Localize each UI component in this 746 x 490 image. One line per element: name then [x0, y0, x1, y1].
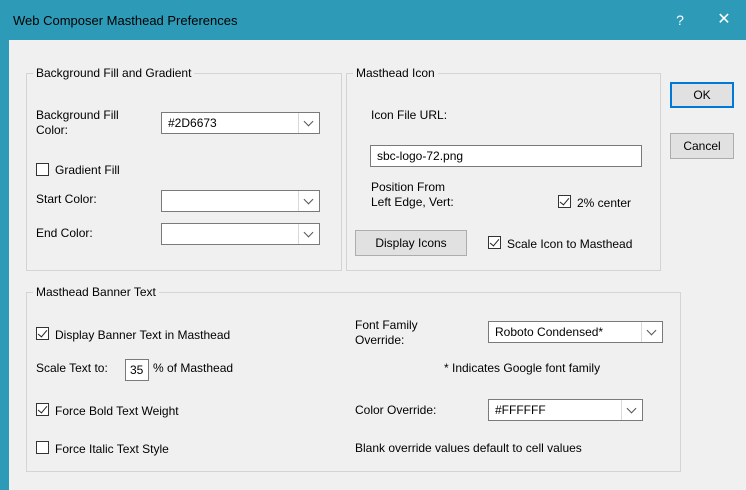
- start-color-select[interactable]: [161, 190, 320, 212]
- chevron-down-icon[interactable]: [298, 113, 319, 133]
- display-banner-label: Display Banner Text in Masthead: [55, 328, 231, 342]
- chevron-down-icon[interactable]: [298, 191, 319, 211]
- gradient-fill-label: Gradient Fill: [55, 163, 120, 177]
- font-family-label: Font Family: [355, 318, 418, 332]
- force-italic-checkbox[interactable]: [36, 441, 49, 454]
- window-frame-left: [0, 40, 9, 490]
- font-family-label-line2: Override:: [355, 333, 405, 347]
- help-button[interactable]: ?: [668, 9, 692, 31]
- position-label-line2: Left Edge, Vert:: [371, 195, 454, 209]
- window-title: Web Composer Masthead Preferences: [13, 13, 238, 28]
- scale-icon-label: Scale Icon to Masthead: [507, 237, 633, 251]
- center-label: 2% center: [577, 196, 632, 210]
- ok-button[interactable]: OK: [670, 82, 734, 108]
- position-label: Position From: [371, 180, 446, 194]
- font-family-select[interactable]: Roboto Condensed*: [488, 321, 663, 343]
- background-fill-color-select[interactable]: #2D6673: [161, 112, 320, 134]
- scale-text-input[interactable]: 35: [125, 359, 149, 381]
- force-bold-label: Force Bold Text Weight: [55, 404, 179, 418]
- background-fill-color-label-line2: Color:: [36, 123, 69, 137]
- cancel-button[interactable]: Cancel: [670, 133, 734, 159]
- scale-icon-checkbox[interactable]: [488, 236, 501, 249]
- gradient-fill-checkbox[interactable]: [36, 163, 49, 176]
- scale-text-suffix: % of Masthead: [153, 361, 234, 375]
- chevron-down-icon[interactable]: [298, 224, 319, 244]
- chevron-down-icon[interactable]: [621, 400, 642, 420]
- masthead-icon-legend: Masthead Icon: [353, 66, 438, 80]
- start-color-label: Start Color:: [36, 192, 97, 206]
- end-color-label: End Color:: [36, 226, 93, 240]
- icon-file-url-label: Icon File URL:: [371, 108, 448, 122]
- close-button[interactable]: ✕: [710, 9, 738, 31]
- font-family-value: Roboto Condensed*: [495, 325, 604, 339]
- scale-text-value: 35: [130, 363, 144, 377]
- force-bold-checkbox[interactable]: [36, 403, 49, 416]
- google-font-note: * Indicates Google font family: [444, 361, 601, 375]
- force-italic-label: Force Italic Text Style: [55, 442, 169, 456]
- scale-text-label: Scale Text to:: [36, 361, 108, 375]
- display-banner-checkbox[interactable]: [36, 327, 49, 340]
- window-frame-right: [737, 40, 746, 490]
- title-bar: Web Composer Masthead Preferences ? ✕: [0, 0, 746, 40]
- end-color-select[interactable]: [161, 223, 320, 245]
- background-fill-color-label: Background Fill: [36, 108, 119, 122]
- color-override-value: #FFFFFF: [495, 403, 546, 417]
- masthead-banner-legend: Masthead Banner Text: [33, 285, 159, 299]
- background-fill-color-value: #2D6673: [168, 116, 217, 130]
- blank-override-note: Blank override values default to cell va…: [355, 441, 582, 455]
- center-checkbox[interactable]: [558, 195, 571, 208]
- chevron-down-icon[interactable]: [641, 322, 662, 342]
- icon-file-url-input[interactable]: sbc-logo-72.png: [370, 145, 642, 167]
- background-fill-legend: Background Fill and Gradient: [33, 66, 195, 80]
- display-icons-button[interactable]: Display Icons: [355, 230, 467, 256]
- color-override-select[interactable]: #FFFFFF: [488, 399, 643, 421]
- icon-file-url-value: sbc-logo-72.png: [377, 149, 464, 163]
- color-override-label: Color Override:: [355, 403, 437, 417]
